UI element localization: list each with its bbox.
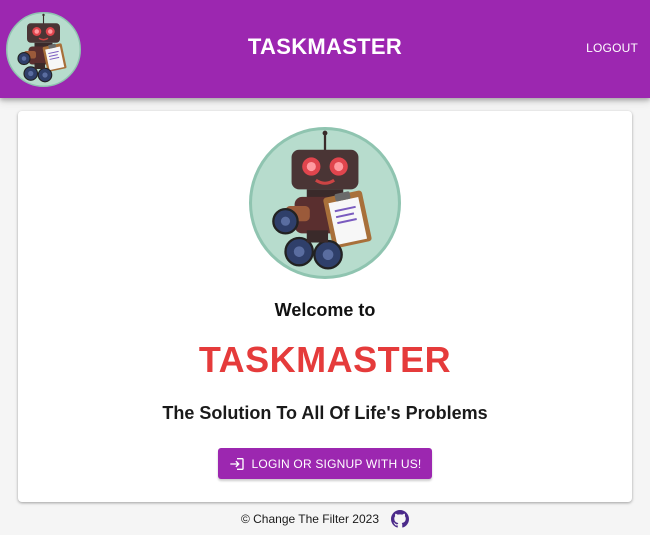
login-signup-label: LOGIN OR SIGNUP WITH US! [251, 456, 422, 471]
logout-button[interactable]: LOGOUT [586, 41, 638, 55]
welcome-card: Welcome to TASKMASTER The Solution To Al… [18, 111, 632, 502]
app-header: TASKMASTER LOGOUT [0, 0, 650, 98]
robot-hero-icon [249, 127, 401, 279]
github-icon[interactable] [391, 510, 410, 528]
copyright-text: © Change The Filter 2023 [240, 512, 380, 526]
login-signup-button[interactable]: LOGIN OR SIGNUP WITH US! [218, 448, 432, 479]
robot-logo-icon[interactable] [6, 12, 81, 87]
app-title: TASKMASTER [247, 34, 403, 59]
welcome-heading: Welcome to [274, 300, 376, 320]
login-icon [229, 457, 244, 470]
footer: © Change The Filter 2023 [0, 509, 650, 529]
brand-title: TASKMASTER [198, 339, 452, 380]
tagline: The Solution To All Of Life's Problems [162, 403, 488, 423]
